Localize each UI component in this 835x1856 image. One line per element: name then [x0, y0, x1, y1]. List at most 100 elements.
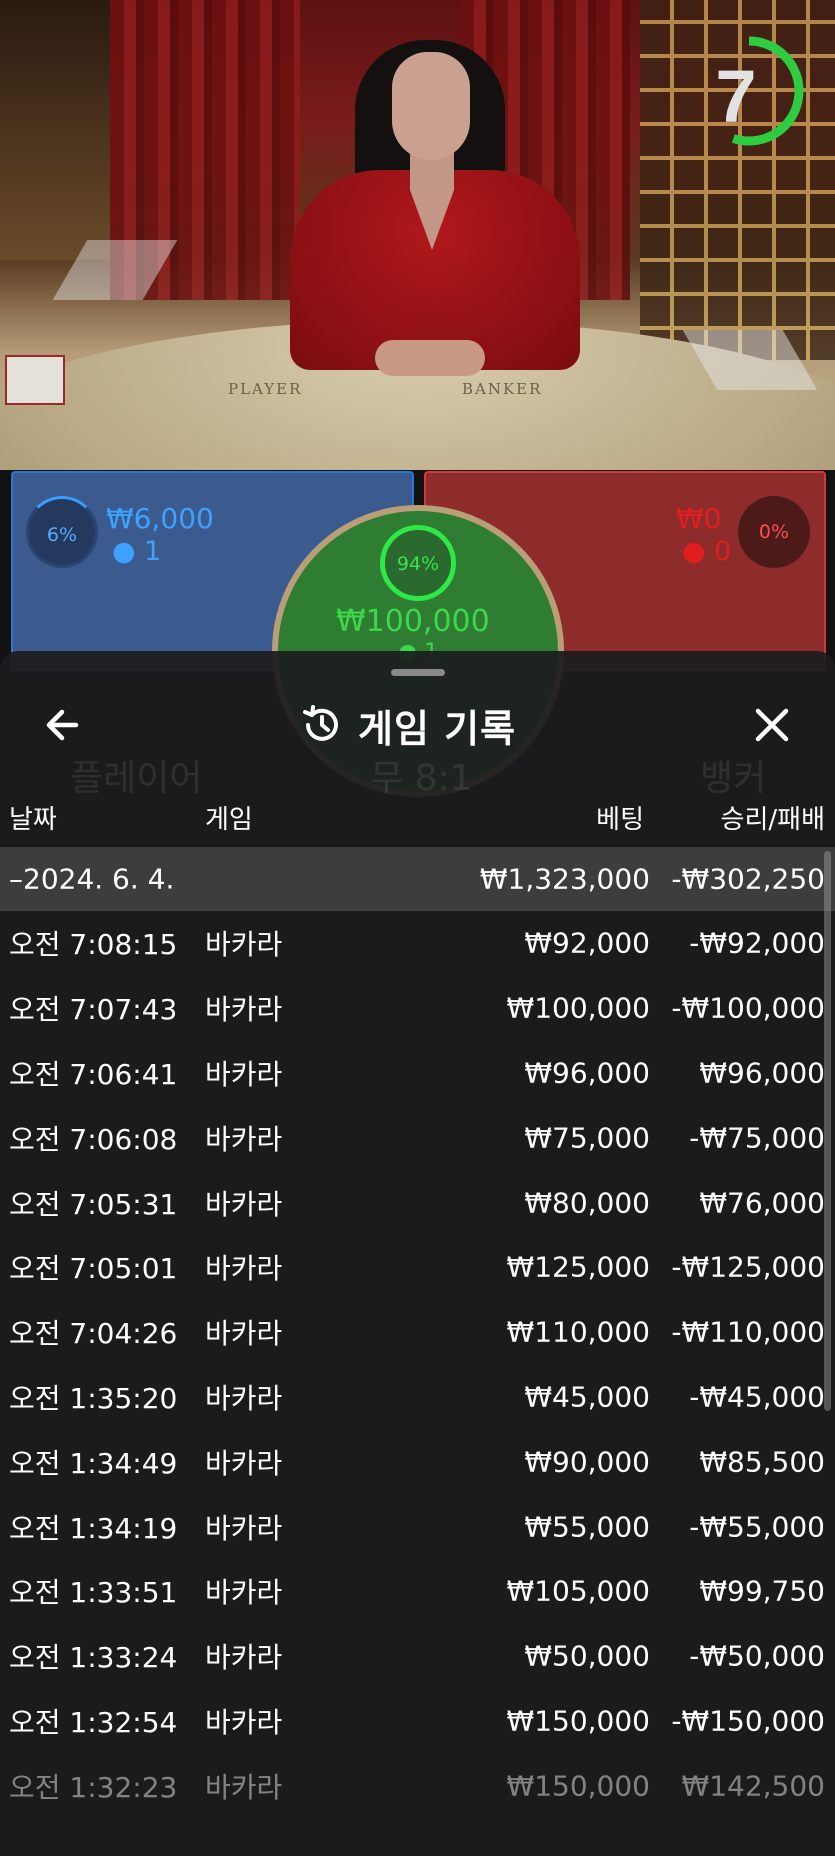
date-group-row[interactable]: –2024. 6. 4. ₩1,323,000 -₩302,250 [0, 847, 835, 911]
history-title-group: 게임 기록 [300, 699, 560, 751]
row-bet: ₩105,000 [506, 1574, 650, 1608]
row-bet: ₩80,000 [524, 1186, 650, 1220]
row-game: 바카라 [205, 1446, 283, 1480]
row-game: 바카라 [205, 1057, 283, 1091]
history-row[interactable]: 오전 7:05:01 바카라 ₩125,000 -₩125,000 [0, 1235, 835, 1300]
game-history-panel: 플레이어 무 8:1 뱅커 게임 기록 날짜 게임 베팅 승리/패배 –2024… [0, 651, 835, 1856]
row-result: ₩99,750 [699, 1574, 825, 1608]
row-result: -₩75,000 [689, 1121, 825, 1155]
history-row[interactable]: 오전 1:33:24 바카라 ₩50,000 -₩50,000 [0, 1624, 835, 1689]
dealer-hands [375, 340, 485, 376]
row-game: 바카라 [205, 1317, 283, 1351]
history-row[interactable]: 오전 7:07:43 바카라 ₩100,000 -₩100,000 [0, 976, 835, 1041]
felt-label-player: PLAYER [228, 380, 303, 398]
row-bet: ₩96,000 [524, 1056, 650, 1090]
history-list[interactable]: –2024. 6. 4. ₩1,323,000 -₩302,250 오전 7:0… [0, 847, 835, 1818]
row-game: 바카라 [205, 993, 283, 1027]
row-result: ₩76,000 [699, 1186, 825, 1220]
close-x-icon [755, 708, 789, 742]
tie-percent: 94% [380, 525, 456, 601]
history-clock-icon [303, 705, 338, 741]
history-row[interactable]: 오전 7:06:41 바카라 ₩96,000 ₩96,000 [0, 1041, 835, 1106]
row-time: 오전 1:32:23 [9, 1770, 178, 1804]
row-game: 바카라 [205, 1511, 283, 1545]
row-bet: ₩55,000 [524, 1510, 650, 1544]
tie-amount: ₩100,000 [336, 604, 490, 639]
row-bet: ₩75,000 [524, 1121, 650, 1155]
history-row[interactable]: 오전 1:34:19 바카라 ₩55,000 -₩55,000 [0, 1494, 835, 1559]
history-row[interactable]: 오전 1:32:23 바카라 ₩150,000 ₩142,500 [0, 1753, 835, 1818]
history-row[interactable]: 오전 7:05:31 바카라 ₩80,000 ₩76,000 [0, 1170, 835, 1235]
close-button[interactable] [744, 697, 800, 753]
row-time: 오전 7:04:26 [9, 1317, 178, 1351]
date-group-bet-total: ₩1,323,000 [479, 862, 650, 896]
row-result: -₩110,000 [671, 1315, 825, 1349]
person-icon: ● [112, 536, 136, 567]
history-title: 게임 기록 [358, 706, 517, 751]
row-bet: ₩92,000 [524, 926, 650, 960]
row-bet: ₩100,000 [506, 991, 650, 1025]
row-bet: ₩125,000 [506, 1250, 650, 1284]
row-game: 바카라 [205, 1252, 283, 1286]
row-result: -₩55,000 [689, 1510, 825, 1544]
row-bet: ₩45,000 [524, 1380, 650, 1414]
row-game: 바카라 [205, 1122, 283, 1156]
history-row[interactable]: 오전 1:34:49 바카라 ₩90,000 ₩85,500 [0, 1429, 835, 1494]
row-time: 오전 1:33:51 [9, 1576, 178, 1610]
history-row[interactable]: 오전 1:32:54 바카라 ₩150,000 -₩150,000 [0, 1689, 835, 1754]
arrow-left-icon [46, 709, 79, 741]
drag-handle[interactable] [391, 669, 445, 676]
dealer-face [392, 52, 470, 160]
date-group-result-total: -₩302,250 [671, 862, 825, 896]
row-bet: ₩50,000 [524, 1639, 650, 1673]
row-result: -₩100,000 [671, 991, 825, 1025]
row-time: 오전 1:34:49 [9, 1446, 178, 1480]
back-button[interactable] [36, 697, 92, 753]
row-result: -₩92,000 [689, 926, 825, 960]
row-result: -₩150,000 [671, 1704, 825, 1738]
row-game: 바카라 [205, 1576, 283, 1610]
history-scrollbar[interactable] [824, 851, 831, 1411]
history-row[interactable]: 오전 7:04:26 바카라 ₩110,000 -₩110,000 [0, 1300, 835, 1365]
row-bet: ₩150,000 [506, 1769, 650, 1803]
banker-count: ● 0 [682, 536, 732, 567]
person-icon: ● [682, 536, 706, 567]
row-time: 오전 7:08:15 [9, 928, 178, 962]
history-row[interactable]: 오전 1:35:20 바카라 ₩45,000 -₩45,000 [0, 1365, 835, 1430]
banker-amount: ₩0 [676, 502, 722, 535]
history-row[interactable]: 오전 1:33:51 바카라 ₩105,000 ₩99,750 [0, 1559, 835, 1624]
felt-label-banker: BANKER [462, 380, 543, 398]
header-game: 게임 [205, 805, 253, 835]
row-game: 바카라 [205, 1381, 283, 1415]
row-game: 바카라 [205, 928, 283, 962]
header-bet: 베팅 [596, 805, 644, 835]
history-header: 게임 기록 [0, 691, 835, 759]
wall-panel [0, 0, 110, 260]
row-time: 오전 1:35:20 [9, 1381, 178, 1415]
row-bet: ₩90,000 [524, 1445, 650, 1479]
row-time: 오전 7:07:43 [9, 993, 178, 1027]
row-time: 오전 1:33:24 [9, 1641, 178, 1675]
row-result: ₩96,000 [699, 1056, 825, 1090]
row-time: 오전 1:34:19 [9, 1511, 178, 1545]
row-game: 바카라 [205, 1187, 283, 1221]
row-result: -₩50,000 [689, 1639, 825, 1673]
player-amount: ₩6,000 [106, 502, 214, 535]
row-bet: ₩150,000 [506, 1704, 650, 1738]
row-result: ₩85,500 [699, 1445, 825, 1479]
row-result: -₩45,000 [689, 1380, 825, 1414]
row-result: ₩142,500 [681, 1769, 825, 1803]
row-time: 오전 7:06:41 [9, 1057, 178, 1091]
row-game: 바카라 [205, 1641, 283, 1675]
header-date: 날짜 [9, 805, 57, 835]
row-time: 오전 7:05:01 [9, 1252, 178, 1286]
history-row[interactable]: 오전 7:06:08 바카라 ₩75,000 -₩75,000 [0, 1105, 835, 1170]
row-game: 바카라 [205, 1705, 283, 1739]
player-percent: 6% [26, 496, 98, 568]
date-group-date: –2024. 6. 4. [9, 862, 175, 896]
card-stack [5, 355, 65, 405]
countdown-number: 7 [715, 55, 757, 138]
history-row[interactable]: 오전 7:08:15 바카라 ₩92,000 -₩92,000 [0, 911, 835, 976]
header-result: 승리/패배 [720, 805, 825, 835]
banker-percent: 0% [738, 496, 810, 568]
